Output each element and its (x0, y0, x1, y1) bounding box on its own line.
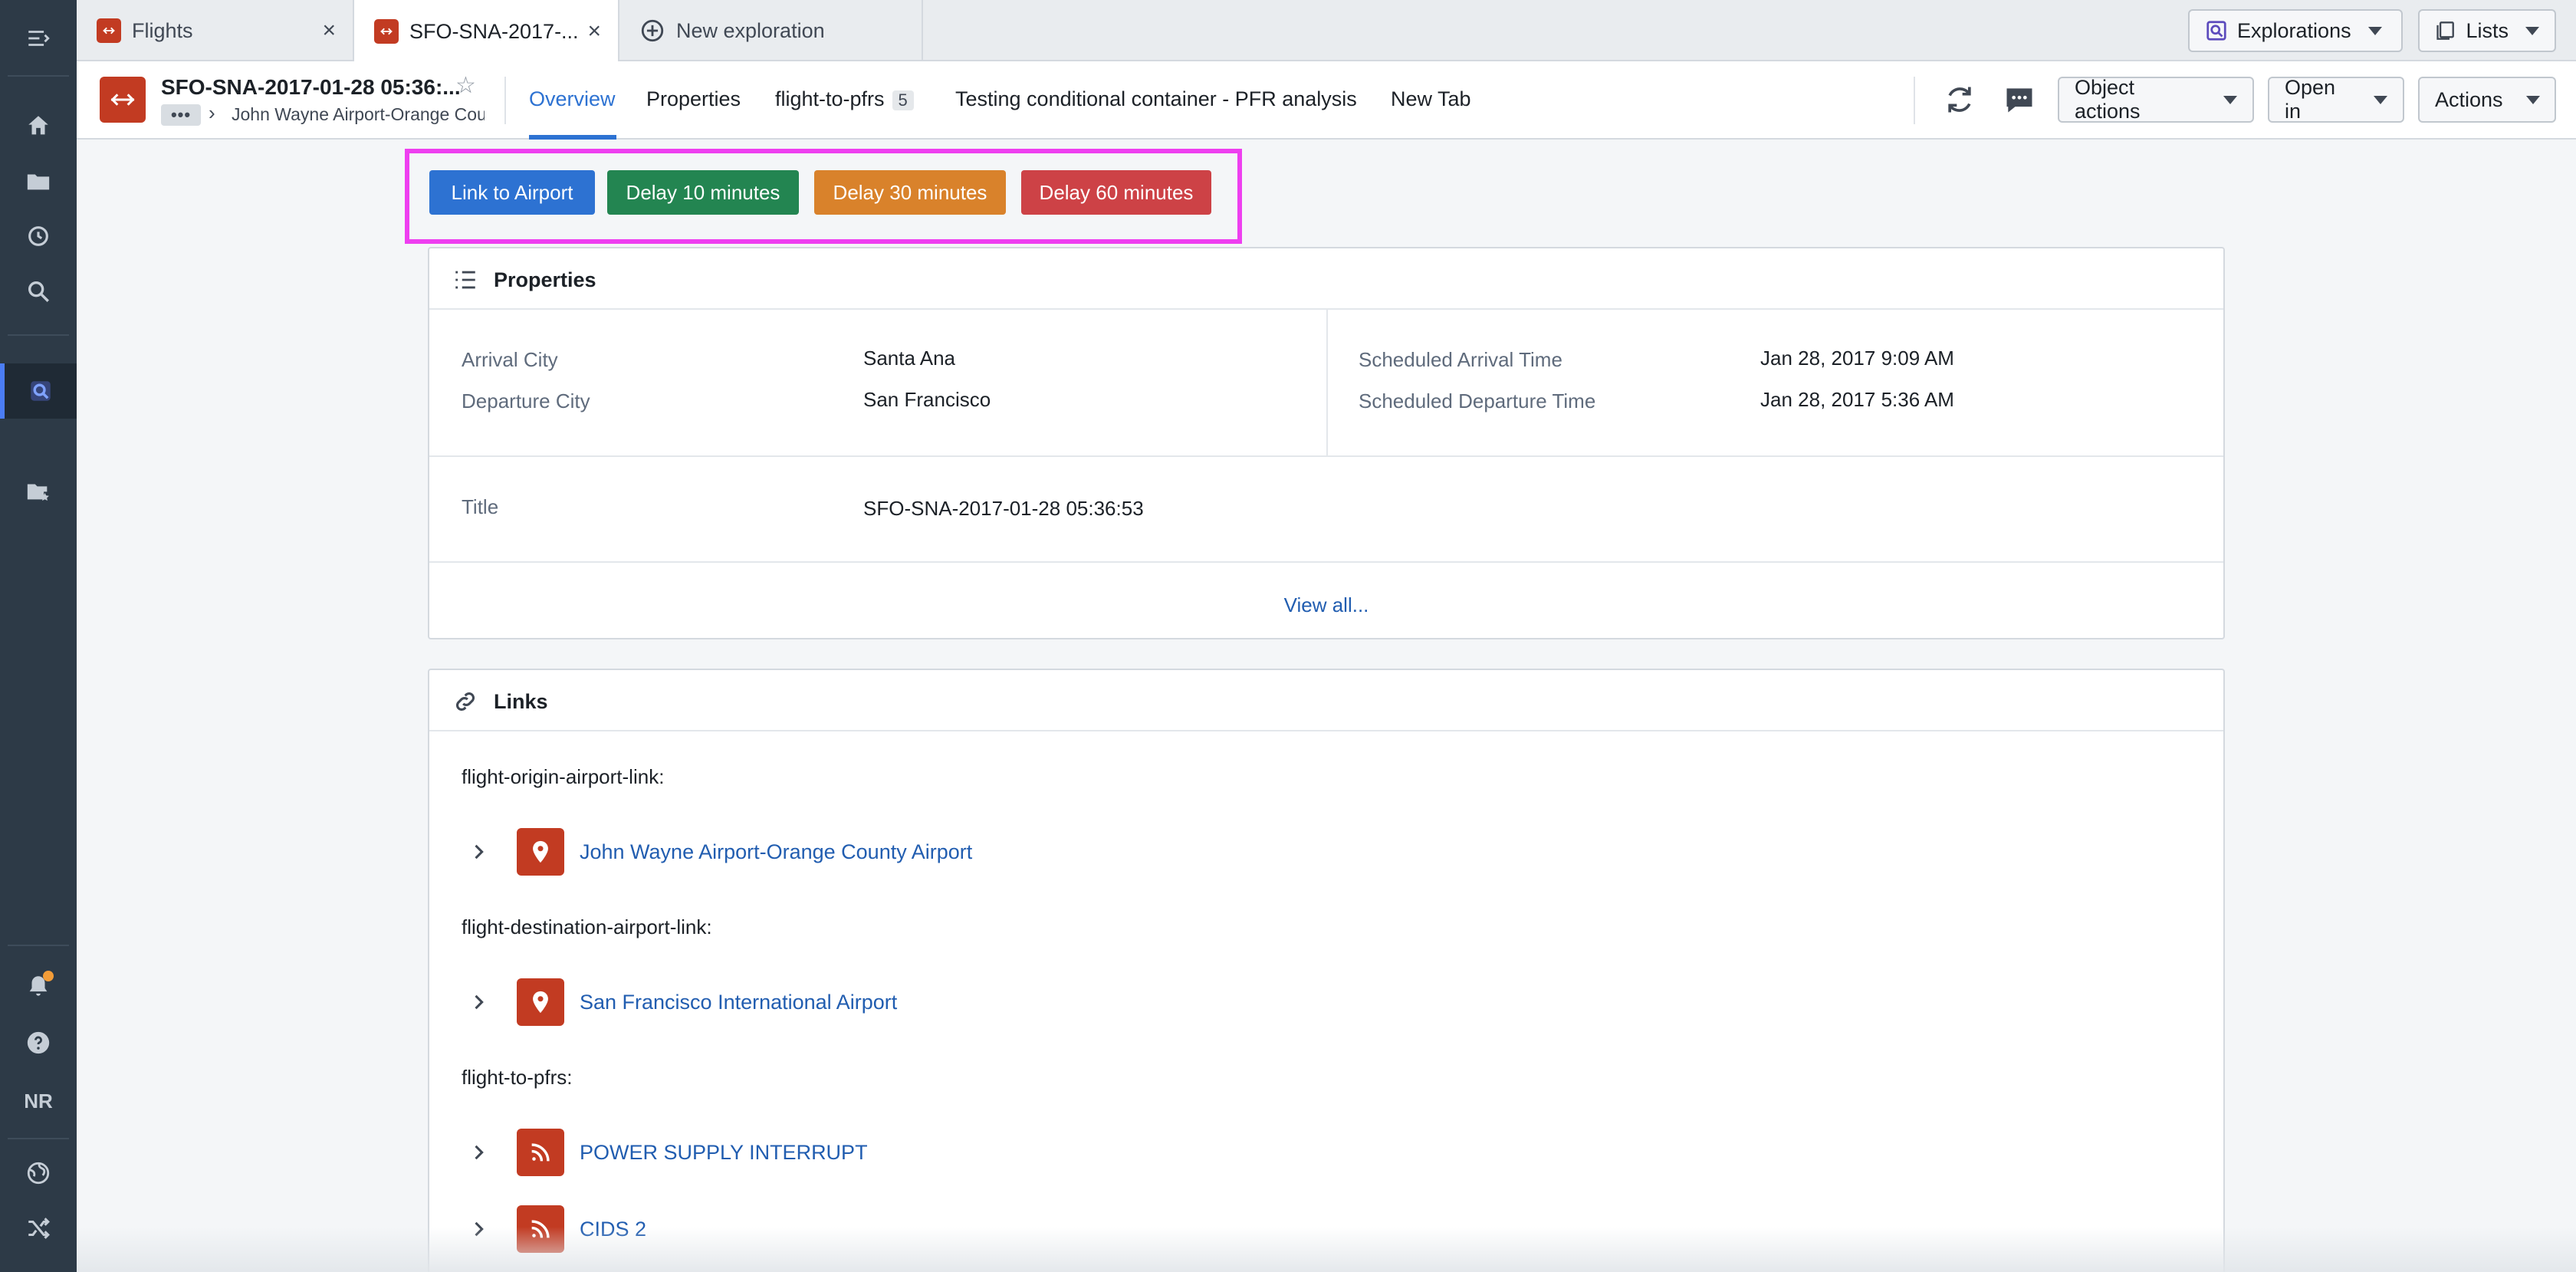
feed-icon (517, 1129, 564, 1176)
link-icon (455, 692, 475, 712)
object-explorer-icon[interactable] (0, 363, 77, 419)
list-icon (455, 271, 475, 289)
link-item[interactable]: POWER SUPPLY INTERRUPT (468, 1129, 868, 1176)
open-in-button[interactable]: Open in (2268, 76, 2404, 123)
caret-down-icon (2367, 26, 2382, 35)
property-label: Arrival City (462, 348, 558, 371)
caret-down-icon (2223, 95, 2237, 104)
tab-testing-conditional-container[interactable]: Testing conditional container - PFR anal… (955, 87, 1357, 111)
property-label: Departure City (462, 389, 590, 412)
property-value: SFO-SNA-2017-01-28 05:36:53 (863, 497, 1144, 520)
close-icon[interactable]: × (322, 18, 336, 44)
chevron-right-icon[interactable] (468, 991, 489, 1013)
menu-toggle-icon[interactable] (0, 11, 77, 66)
star-icon[interactable]: ☆ (455, 72, 476, 99)
chevron-right-icon[interactable] (468, 1142, 489, 1163)
chevron-right-icon[interactable] (468, 841, 489, 863)
caret-down-icon (2374, 95, 2387, 104)
link-group-label: flight-origin-airport-link: (462, 765, 665, 788)
link-item[interactable]: John Wayne Airport-Orange County Airport (468, 828, 972, 876)
explorations-icon (2206, 21, 2226, 41)
actions-button[interactable]: Actions (2418, 77, 2556, 123)
delay-10-minutes-button[interactable]: Delay 10 minutes (607, 170, 799, 215)
link-item[interactable]: San Francisco International Airport (468, 978, 897, 1026)
link-group-label: flight-destination-airport-link: (462, 915, 712, 938)
folder-icon[interactable] (0, 153, 77, 209)
user-avatar[interactable]: NR (0, 1073, 77, 1129)
count-badge: 5 (892, 90, 914, 110)
property-label: Scheduled Departure Time (1359, 389, 1596, 412)
tab-overview[interactable]: Overview (529, 87, 616, 111)
properties-card-header: Properties (429, 248, 2223, 310)
properties-card: Properties Arrival City Santa Ana Depart… (428, 247, 2225, 639)
tab-properties[interactable]: Properties (646, 87, 741, 111)
left-rail: NR (0, 0, 77, 1272)
view-all-link[interactable]: View all... (429, 593, 2223, 617)
links-card-header: Links (429, 670, 2223, 731)
caret-down-icon (2525, 26, 2539, 35)
scroll-shadow (77, 1227, 2576, 1272)
link-to-airport-button[interactable]: Link to Airport (429, 170, 595, 215)
property-value: Jan 28, 2017 9:09 AM (1760, 347, 1954, 370)
map-pin-icon (517, 978, 564, 1026)
home-icon[interactable] (0, 98, 77, 153)
lists-icon (2436, 21, 2454, 40)
comment-icon[interactable] (2003, 83, 2036, 117)
breadcrumb[interactable]: John Wayne Airport-Orange County Airport (232, 104, 485, 125)
object-header: SFO-SNA-2017-01-28 05:36:... ☆ ••• › Joh… (77, 61, 2576, 140)
refresh-icon[interactable] (1943, 83, 1976, 117)
active-tab-indicator (529, 135, 616, 140)
chevron-right-icon: › (209, 101, 215, 124)
globe-icon[interactable] (0, 1145, 77, 1201)
tab-strip: Flights × SFO-SNA-2017-... × New explora… (77, 0, 2576, 63)
links-card: Links flight-origin-airport-link: John W… (428, 669, 2225, 1272)
caret-down-icon (2525, 95, 2540, 104)
notification-dot (43, 971, 54, 981)
tab-flight-object[interactable]: SFO-SNA-2017-... × (354, 0, 619, 63)
plus-circle-icon (641, 19, 664, 42)
notifications-icon[interactable] (0, 958, 77, 1014)
property-label: Scheduled Arrival Time (1359, 348, 1562, 371)
search-icon[interactable] (0, 264, 77, 319)
tab-new-tab[interactable]: New Tab (1391, 87, 1471, 111)
close-icon[interactable]: × (587, 18, 601, 44)
tab-flights[interactable]: Flights × (77, 0, 354, 61)
object-title: SFO-SNA-2017-01-28 05:36:... (161, 75, 461, 99)
column-divider (1326, 310, 1328, 457)
property-value: Jan 28, 2017 5:36 AM (1760, 388, 1954, 411)
help-icon[interactable] (0, 1015, 77, 1070)
explorations-button[interactable]: Explorations (2188, 9, 2403, 52)
property-label: Title (462, 495, 499, 518)
object-actions-button[interactable]: Object actions (2058, 76, 2254, 123)
tab-flight-to-pfrs[interactable]: flight-to-pfrs 5 (775, 87, 914, 111)
shared-folder-icon[interactable] (0, 463, 77, 518)
property-value: Santa Ana (863, 347, 955, 370)
breadcrumb-more-button[interactable]: ••• (161, 104, 201, 126)
flight-icon (374, 19, 399, 44)
map-pin-icon (517, 828, 564, 876)
tab-new-exploration[interactable]: New exploration (619, 0, 923, 61)
flight-icon (97, 18, 121, 43)
shuffle-icon[interactable] (0, 1201, 77, 1256)
delay-60-minutes-button[interactable]: Delay 60 minutes (1021, 170, 1211, 215)
delay-30-minutes-button[interactable]: Delay 30 minutes (814, 170, 1006, 215)
flight-icon (100, 77, 146, 123)
link-group-label: flight-to-pfrs: (462, 1066, 573, 1089)
property-value: San Francisco (863, 388, 991, 411)
lists-button[interactable]: Lists (2418, 9, 2556, 52)
history-icon[interactable] (0, 209, 77, 264)
